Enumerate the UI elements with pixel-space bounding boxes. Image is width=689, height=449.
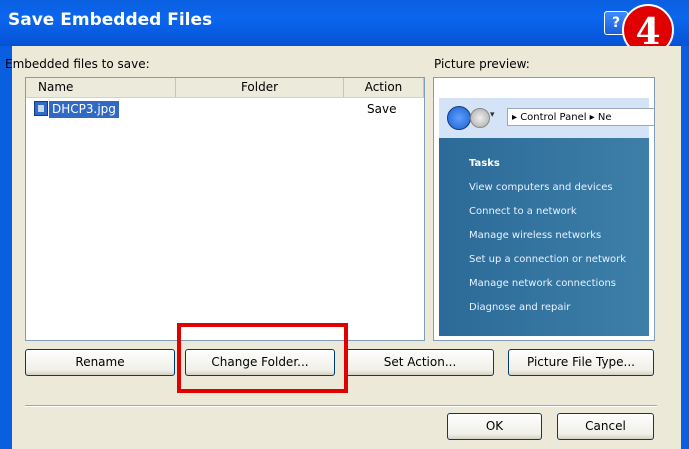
- dialog-title: Save Embedded Files: [8, 10, 213, 30]
- preview-breadcrumb: ▸ Control Panel ▸ Ne: [507, 108, 654, 126]
- column-header-name[interactable]: Name: [26, 78, 176, 97]
- preview-task-item: Diagnose and repair: [469, 302, 571, 313]
- list-header: Name Folder Action: [26, 78, 424, 98]
- save-embedded-files-dialog: Save Embedded Files ? 4 Embedded files t…: [0, 0, 689, 449]
- dropdown-arrow-icon: ▾: [490, 110, 495, 120]
- set-action-button[interactable]: Set Action...: [346, 349, 494, 376]
- preview-address-bar: ▾ ▸ Control Panel ▸ Ne: [439, 98, 654, 138]
- rename-button[interactable]: Rename: [25, 349, 175, 376]
- preview-task-item: Manage wireless networks: [469, 230, 602, 241]
- window-border-right: [681, 46, 689, 449]
- picture-preview-label: Picture preview:: [434, 57, 530, 71]
- cancel-button[interactable]: Cancel: [557, 413, 654, 440]
- preview-tasks-heading: Tasks: [469, 158, 500, 169]
- divider: [25, 405, 657, 407]
- window-border-left: [0, 46, 12, 449]
- list-item[interactable]: DHCP3.jpg Save: [34, 101, 414, 118]
- preview-task-panel: Tasks View computers and devices Connect…: [439, 138, 649, 336]
- file-name: DHCP3.jpg: [49, 101, 119, 118]
- jpg-file-icon: [34, 101, 48, 116]
- picture-file-type-button[interactable]: Picture File Type...: [508, 349, 654, 376]
- preview-task-item: Manage network connections: [469, 278, 616, 289]
- forward-arrow-icon: [470, 108, 490, 128]
- preview-task-item: Connect to a network: [469, 206, 577, 217]
- title-bar[interactable]: Save Embedded Files ?: [0, 0, 689, 46]
- embedded-files-label: Embedded files to save:: [5, 57, 150, 71]
- preview-task-item: Set up a connection or network: [469, 254, 627, 265]
- embedded-files-list[interactable]: Name Folder Action DHCP3.jpg Save: [25, 77, 425, 341]
- column-header-folder[interactable]: Folder: [176, 78, 344, 97]
- back-arrow-icon: [447, 106, 471, 130]
- ok-button[interactable]: OK: [447, 413, 542, 440]
- change-folder-highlight-box: [177, 323, 348, 393]
- preview-task-item: View computers and devices: [469, 182, 613, 193]
- file-action: Save: [367, 102, 397, 116]
- picture-preview-pane: ▾ ▸ Control Panel ▸ Ne Tasks View comput…: [433, 77, 655, 341]
- column-header-action[interactable]: Action: [344, 78, 424, 97]
